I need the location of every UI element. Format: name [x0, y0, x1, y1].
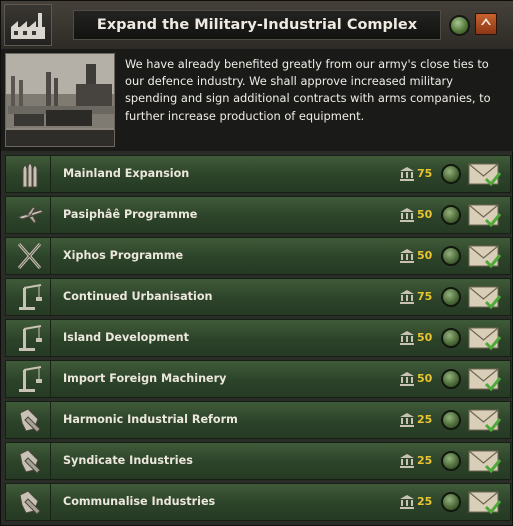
green-circle-icon[interactable]: [441, 164, 461, 184]
decision-row-island-development[interactable]: Island Development 50: [5, 319, 511, 357]
decision-name: Pasiphâê Programme: [63, 208, 198, 221]
decision-name: Communalise Industries: [63, 495, 216, 508]
decision-name: Syndicate Industries: [63, 454, 193, 467]
wrench-hand-icon: [10, 443, 51, 479]
wrench-hand-icon: [10, 484, 51, 520]
envelope-check-icon[interactable]: [467, 282, 503, 316]
decision-name: Island Development: [63, 331, 189, 344]
panel-title: Expand the Military-Industrial Complex: [73, 10, 441, 40]
political-power-icon: [399, 207, 415, 226]
decision-row-mainland-expansion[interactable]: Mainland Expansion 75: [5, 155, 511, 193]
collapse-button[interactable]: [475, 13, 497, 35]
political-power-icon: [399, 330, 415, 349]
artillery-shells-icon: [10, 156, 51, 192]
decision-row-import-foreign-machinery[interactable]: Import Foreign Machinery 50: [5, 360, 511, 398]
political-power-icon: [399, 166, 415, 185]
political-power-icon: [399, 412, 415, 431]
envelope-check-icon[interactable]: [467, 405, 503, 439]
decision-row-continued-urbanisation[interactable]: Continued Urbanisation 75: [5, 278, 511, 316]
wrench-hand-icon: [10, 402, 51, 438]
factory-icon: [4, 4, 52, 46]
decision-cost: 50: [417, 249, 433, 262]
green-circle-icon[interactable]: [441, 205, 461, 225]
political-power-icon: [399, 248, 415, 267]
envelope-check-icon[interactable]: [467, 364, 503, 398]
decision-cost: 75: [417, 290, 433, 303]
political-power-icon: [399, 494, 415, 513]
description-text: We have already benefited greatly from o…: [125, 57, 491, 123]
airplane-icon: [10, 197, 51, 233]
envelope-check-icon[interactable]: [467, 241, 503, 275]
green-circle-icon[interactable]: [441, 328, 461, 348]
decision-name: Mainland Expansion: [63, 167, 190, 180]
green-circle-icon[interactable]: [441, 246, 461, 266]
green-circle-icon[interactable]: [441, 369, 461, 389]
decision-row-communalise-industries[interactable]: Communalise Industries 25: [5, 483, 511, 521]
decision-cost: 50: [417, 208, 433, 221]
green-circle-icon[interactable]: [449, 15, 470, 36]
panel-header: Expand the Military-Industrial Complex: [1, 1, 513, 50]
decision-row-xiphos-programme[interactable]: Xiphos Programme 50: [5, 237, 511, 275]
political-power-icon: [399, 289, 415, 308]
decision-cost: 25: [417, 454, 433, 467]
decision-name: Xiphos Programme: [63, 249, 184, 262]
crane-icon: [10, 279, 51, 315]
envelope-check-icon[interactable]: [467, 487, 503, 521]
decision-cost: 50: [417, 331, 433, 344]
decision-cost: 25: [417, 495, 433, 508]
crossed-rifles-icon: [10, 238, 51, 274]
crane-icon: [10, 320, 51, 356]
political-power-icon: [399, 453, 415, 472]
crane-icon: [10, 361, 51, 397]
green-circle-icon[interactable]: [441, 451, 461, 471]
decision-cost: 75: [417, 167, 433, 180]
green-circle-icon[interactable]: [441, 287, 461, 307]
political-power-icon: [399, 371, 415, 390]
green-circle-icon[interactable]: [441, 410, 461, 430]
industrial-factory-photo: [5, 53, 115, 147]
decision-cost: 25: [417, 413, 433, 426]
envelope-check-icon[interactable]: [467, 446, 503, 480]
envelope-check-icon[interactable]: [467, 159, 503, 193]
description-area: We have already benefited greatly from o…: [1, 49, 513, 151]
decision-row-pasiphae-programme[interactable]: Pasiphâê Programme 50: [5, 196, 511, 234]
decision-row-harmonic-industrial-reform[interactable]: Harmonic Industrial Reform 25: [5, 401, 511, 439]
chevron-up-icon: [481, 18, 491, 25]
envelope-check-icon[interactable]: [467, 200, 503, 234]
decision-name: Continued Urbanisation: [63, 290, 213, 303]
green-circle-icon[interactable]: [441, 492, 461, 512]
decision-cost: 50: [417, 372, 433, 385]
decision-category-panel: Expand the Military-Industrial Complex W…: [0, 0, 513, 526]
envelope-check-icon[interactable]: [467, 323, 503, 357]
decision-name: Import Foreign Machinery: [63, 372, 227, 385]
decision-name: Harmonic Industrial Reform: [63, 413, 238, 426]
decision-row-syndicate-industries[interactable]: Syndicate Industries 25: [5, 442, 511, 480]
